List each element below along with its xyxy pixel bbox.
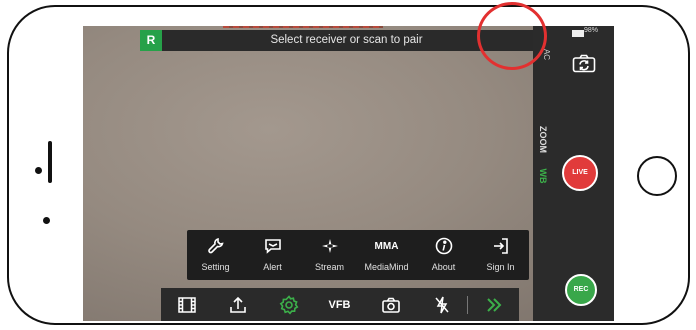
zoom-control[interactable]: ZOOM bbox=[538, 126, 548, 153]
film-strip-icon[interactable] bbox=[161, 288, 212, 321]
battery-percent: 98% bbox=[584, 27, 599, 34]
phone-camera-dot bbox=[35, 167, 42, 174]
right-control-panel: AC 98% ZOOM WB LIVE REC bbox=[533, 26, 614, 321]
sign-in-icon bbox=[492, 236, 510, 256]
pairing-message[interactable]: Select receiver or scan to pair bbox=[162, 30, 531, 51]
camera-icon[interactable] bbox=[365, 288, 416, 321]
mma-icon: MMA bbox=[374, 240, 399, 252]
expand-chevron-icon[interactable] bbox=[468, 288, 519, 321]
message-icon bbox=[264, 236, 282, 256]
menu-label-sign-in: Sign In bbox=[486, 262, 515, 272]
phone-home-button[interactable] bbox=[637, 156, 677, 196]
vfb-button[interactable]: VFB bbox=[314, 288, 365, 321]
record-button[interactable]: REC bbox=[565, 274, 597, 306]
stream-icon bbox=[320, 236, 340, 256]
upload-icon[interactable] bbox=[212, 288, 263, 321]
battery-icon bbox=[572, 30, 584, 37]
bottom-toolbar: VFB bbox=[161, 288, 519, 321]
menu-label-setting: Setting bbox=[201, 262, 230, 272]
brand-logo: R bbox=[140, 30, 162, 51]
main-menu: Setting Alert Stream MMA MediaMind About… bbox=[187, 230, 529, 280]
audio-level-strip bbox=[223, 26, 383, 28]
phone-sensor-dot bbox=[43, 217, 50, 224]
gear-icon[interactable] bbox=[263, 288, 314, 321]
menu-label-alert: Alert bbox=[263, 262, 282, 272]
wrench-icon bbox=[207, 236, 225, 256]
phone-speaker bbox=[48, 141, 52, 183]
menu-item-mediamind[interactable]: MMA MediaMind bbox=[358, 230, 415, 280]
highlight-circle bbox=[477, 2, 547, 70]
menu-item-setting[interactable]: Setting bbox=[187, 230, 244, 280]
menu-label-stream: Stream bbox=[314, 262, 344, 272]
live-button[interactable]: LIVE bbox=[562, 155, 598, 191]
menu-label-mediamind: MediaMind bbox=[364, 262, 409, 272]
info-icon bbox=[435, 236, 453, 256]
menu-label-about: About bbox=[431, 262, 456, 272]
menu-item-alert[interactable]: Alert bbox=[244, 230, 301, 280]
camera-switch-icon[interactable] bbox=[572, 54, 596, 73]
menu-item-about[interactable]: About bbox=[415, 230, 472, 280]
menu-item-stream[interactable]: Stream bbox=[301, 230, 358, 280]
white-balance-control[interactable]: WB bbox=[538, 168, 548, 184]
flash-off-icon[interactable] bbox=[416, 288, 467, 321]
menu-item-sign-in[interactable]: Sign In bbox=[472, 230, 529, 280]
camera-viewfinder: R Select receiver or scan to pair AC 98%… bbox=[83, 26, 614, 321]
vfb-label: VFB bbox=[328, 298, 351, 311]
